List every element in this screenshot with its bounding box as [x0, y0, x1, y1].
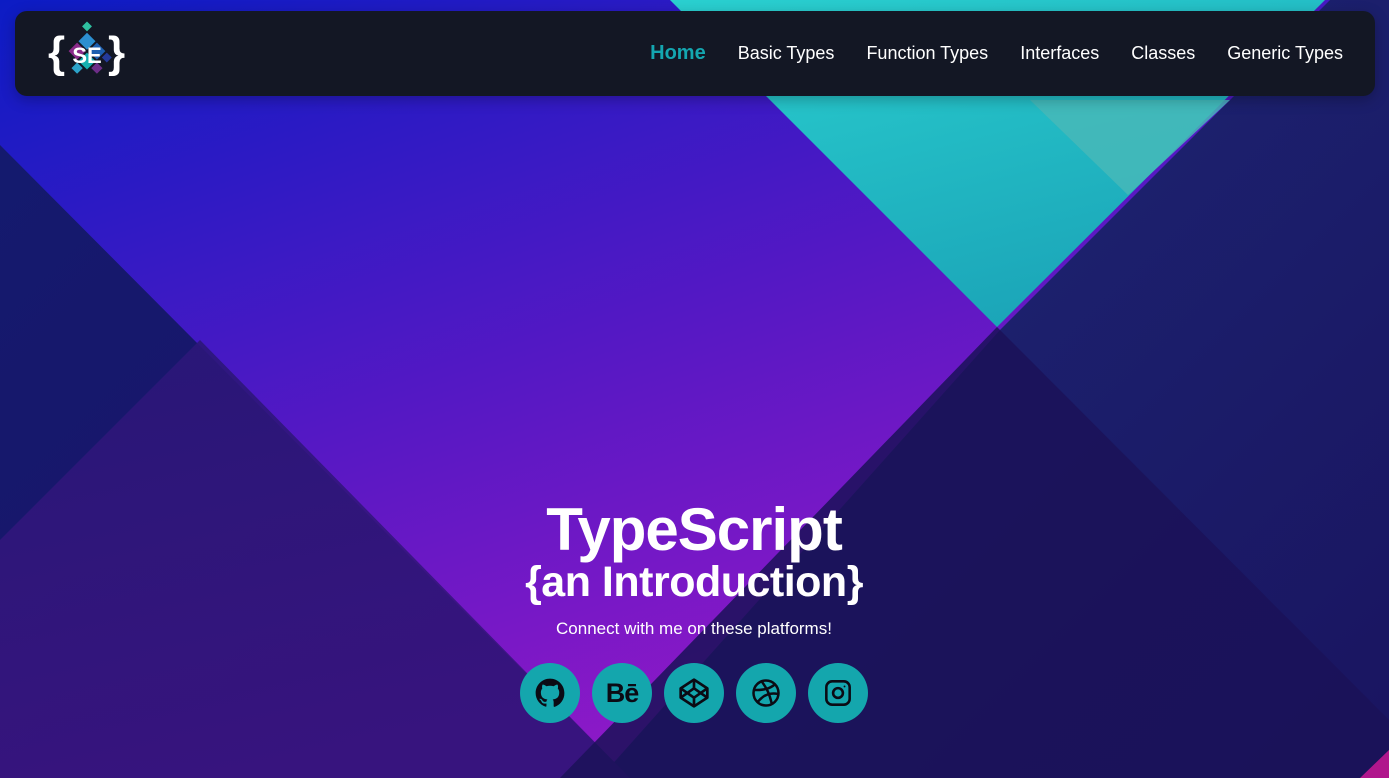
nav-function-types[interactable]: Function Types: [866, 43, 988, 64]
brace-diamond-logo-icon: { } SE: [48, 21, 125, 77]
page: { } SE Home Basic Types Function Types I…: [0, 0, 1389, 778]
svg-text:{: {: [48, 28, 65, 77]
svg-text:}: }: [108, 28, 125, 77]
nav-interfaces[interactable]: Interfaces: [1020, 43, 1099, 64]
github-icon: [535, 678, 565, 707]
top-navbar: { } SE Home Basic Types Function Types I…: [15, 11, 1375, 96]
brand-logo[interactable]: { } SE: [45, 21, 129, 87]
nav-generic-types[interactable]: Generic Types: [1227, 43, 1343, 64]
main-nav: Home Basic Types Function Types Interfac…: [650, 11, 1343, 96]
logo-text: SE: [72, 43, 101, 68]
hero-section: TypeScript {an Introduction} Connect wit…: [394, 496, 994, 723]
nav-home[interactable]: Home: [650, 42, 706, 65]
github-link[interactable]: [520, 663, 580, 723]
nav-basic-types[interactable]: Basic Types: [738, 43, 835, 64]
nav-classes[interactable]: Classes: [1131, 43, 1195, 64]
codepen-link[interactable]: [664, 663, 724, 723]
behance-link[interactable]: Bē: [592, 663, 652, 723]
instagram-link[interactable]: [808, 663, 868, 723]
codepen-icon: [679, 678, 709, 708]
dribbble-icon: [752, 679, 780, 707]
instagram-icon: [825, 680, 851, 706]
social-links: Bē: [394, 663, 994, 723]
hero-subtitle: {an Introduction}: [525, 558, 863, 606]
behance-icon: Bē: [605, 677, 640, 708]
hero-title: TypeScript: [546, 496, 843, 563]
hero-tagline: Connect with me on these platforms!: [556, 619, 832, 638]
dribbble-link[interactable]: [736, 663, 796, 723]
